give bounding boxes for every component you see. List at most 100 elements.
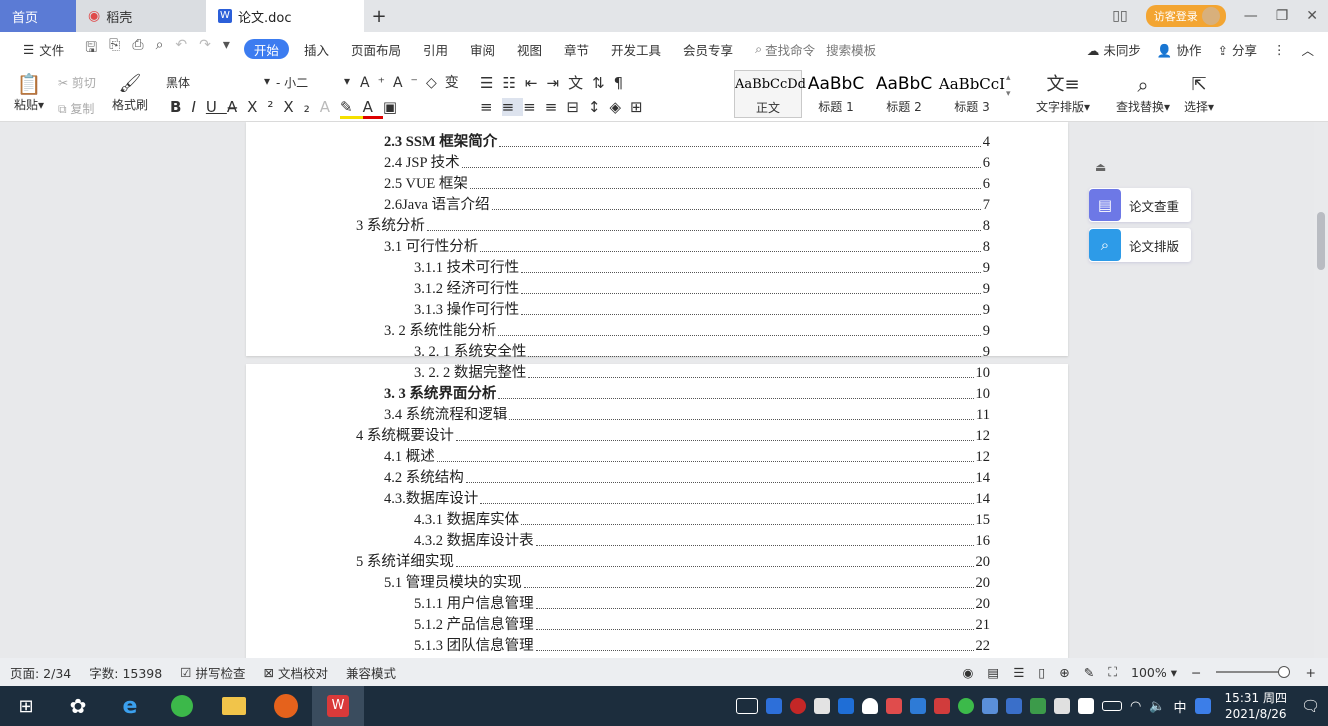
tray-icon[interactable]	[934, 698, 950, 714]
login-button[interactable]: 访客登录	[1145, 5, 1226, 27]
reading-mode-icon[interactable]: ▯▯	[1112, 8, 1127, 24]
toc-entry[interactable]: 4.3.数据库设计 14	[384, 488, 990, 508]
tab-home[interactable]: 首页	[0, 0, 76, 32]
tray-icon[interactable]	[736, 698, 758, 714]
tray-icon[interactable]	[814, 698, 830, 714]
wechat-icon[interactable]	[958, 698, 974, 714]
tray-icon[interactable]	[1194, 698, 1211, 714]
toc-entry[interactable]: 4.3.1 数据库实体 15	[414, 509, 990, 529]
show-marks-icon[interactable]: ¶	[614, 74, 633, 92]
numbering-icon[interactable]: ☷	[502, 74, 524, 92]
menu-tab-member[interactable]: 会员专享	[672, 32, 744, 66]
tray-icon[interactable]	[1054, 698, 1070, 714]
style-heading-2[interactable]: AaBbC 标题 2	[870, 70, 938, 118]
toc-entry[interactable]: 3 系统分析 8	[356, 215, 990, 235]
text-effect-icon[interactable]: A	[320, 98, 340, 116]
toc-entry[interactable]: 4.3.2 数据库设计表 16	[414, 530, 990, 550]
style-gallery-scroll[interactable]: ▴ ▾	[1006, 70, 1016, 118]
start-button[interactable]: ⊞	[0, 686, 52, 726]
minimize-button[interactable]: —	[1244, 8, 1258, 24]
menu-tab-insert[interactable]: 插入	[293, 32, 340, 66]
grow-font-icon[interactable]: A⁺	[360, 75, 393, 91]
strikethrough-icon[interactable]: A̶	[227, 98, 247, 116]
cut-button[interactable]: ✂ 剪切	[58, 74, 96, 91]
align-center-icon[interactable]: ≡	[501, 98, 524, 116]
share-button[interactable]: ⇪ 分享	[1218, 40, 1257, 59]
chinese-layout-icon[interactable]: 文	[568, 74, 592, 92]
zoom-in-button[interactable]: +	[1306, 665, 1316, 680]
redo-icon[interactable]: ↷	[199, 37, 211, 61]
bold-icon[interactable]: B	[170, 98, 191, 116]
toc-entry[interactable]: 2.3 SSM 框架简介 4	[384, 131, 990, 151]
font-select[interactable]: 黑体 ▾	[166, 74, 270, 91]
search-command[interactable]: ⌕ 查找命令	[744, 32, 826, 66]
system-clock[interactable]: 15:31 周四 2021/8/26	[1219, 690, 1293, 722]
undo-icon[interactable]: ↶	[175, 37, 187, 61]
italic-icon[interactable]: I	[191, 98, 205, 116]
eye-protection-icon[interactable]: ◉	[962, 665, 973, 680]
print-icon[interactable]: ⎙	[132, 37, 143, 61]
style-heading-3[interactable]: AaBbCcI 标题 3	[938, 70, 1006, 118]
sync-status[interactable]: ☁ 未同步	[1087, 40, 1141, 59]
collapse-ribbon-icon[interactable]: ︿	[1301, 40, 1314, 59]
toc-entry[interactable]: 4.2 系统结构 14	[384, 467, 990, 487]
tray-icon[interactable]	[1006, 698, 1022, 714]
scrollbar-thumb[interactable]	[1317, 212, 1325, 270]
clear-format-icon[interactable]: ◇	[426, 75, 445, 91]
tray-icon[interactable]	[982, 698, 998, 714]
toc-entry[interactable]: 3.1.3 操作可行性 9	[414, 299, 990, 319]
tray-icon[interactable]	[1030, 698, 1046, 714]
style-normal[interactable]: AaBbCcDd 正文	[734, 70, 806, 118]
outline-view-icon[interactable]: ☰	[1013, 665, 1024, 680]
file-menu[interactable]: ☰ 文件	[12, 32, 75, 66]
borders-icon[interactable]: ⊞	[630, 98, 652, 116]
toc-entry[interactable]: 5.1.2 产品信息管理 21	[414, 614, 990, 634]
toc-entry[interactable]: 3. 2 系统性能分析 9	[384, 320, 990, 340]
toc-entry[interactable]: 2.5 VUE 框架 6	[384, 173, 990, 193]
decrease-indent-icon[interactable]: ⇤	[525, 74, 547, 92]
shading-icon[interactable]: ◈	[609, 98, 630, 116]
toc-entry[interactable]: 3.1 可行性分析 8	[384, 236, 990, 256]
tray-icon[interactable]	[790, 698, 806, 714]
text-layout-button[interactable]: 文≡ 文字排版▾	[1036, 72, 1090, 115]
find-replace-button[interactable]: ⌕ 查找替换▾	[1116, 72, 1170, 115]
close-button[interactable]: ✕	[1306, 8, 1318, 24]
taskbar-browser[interactable]	[156, 686, 208, 726]
more-icon[interactable]: ⋮	[1273, 42, 1286, 57]
vertical-scrollbar[interactable]	[1314, 122, 1328, 658]
restore-button[interactable]: ❐	[1276, 8, 1289, 24]
taskbar-app-1[interactable]: ✿	[52, 686, 104, 726]
menu-tab-home[interactable]: 开始	[243, 39, 289, 59]
toc-entry[interactable]: 3.1.1 技术可行性 9	[414, 257, 990, 277]
menu-tab-review[interactable]: 审阅	[459, 32, 506, 66]
page-indicator[interactable]: 页面: 2/34	[10, 663, 71, 682]
menu-tab-page-layout[interactable]: 页面布局	[340, 32, 412, 66]
toc-entry[interactable]: 3. 2. 2 数据完整性 10	[414, 362, 990, 382]
tray-icon[interactable]	[766, 698, 782, 714]
paper-check-button[interactable]: ▤ 论文查重	[1089, 188, 1191, 222]
search-template[interactable]: 搜索模板	[826, 32, 887, 66]
pen-icon[interactable]: ✎	[1084, 665, 1094, 680]
bell-icon[interactable]	[862, 698, 878, 714]
highlight-icon[interactable]: ✎	[339, 98, 363, 119]
menu-tab-developer[interactable]: 开发工具	[600, 32, 672, 66]
align-right-icon[interactable]: ≡	[523, 98, 545, 116]
notification-icon[interactable]: 🗨	[1301, 697, 1320, 715]
sort-icon[interactable]: ⇅	[592, 74, 614, 92]
collab-button[interactable]: 👤 协作	[1157, 40, 1202, 59]
bluetooth-icon[interactable]	[1078, 698, 1094, 714]
tab-document[interactable]: W 论文.doc	[206, 0, 364, 32]
export-pdf-icon[interactable]: ⎘	[109, 37, 120, 61]
zoom-slider[interactable]	[1215, 666, 1290, 678]
wifi-icon[interactable]: ◠	[1130, 699, 1141, 714]
shrink-font-icon[interactable]: A⁻	[393, 75, 426, 91]
underline-icon[interactable]: U	[206, 98, 227, 116]
fit-page-icon[interactable]: ⛶	[1108, 664, 1117, 680]
menu-tab-section[interactable]: 章节	[553, 32, 600, 66]
toc-entry[interactable]: 3. 3 系统界面分析 10	[384, 383, 990, 403]
reading-view-icon[interactable]: ▯	[1038, 665, 1045, 680]
char-border-icon[interactable]: ▣	[383, 98, 407, 116]
paper-layout-button[interactable]: ⌕ 论文排版	[1089, 228, 1191, 262]
taskbar-explorer[interactable]	[208, 686, 260, 726]
chevron-down-icon[interactable]: ▾	[223, 37, 230, 61]
